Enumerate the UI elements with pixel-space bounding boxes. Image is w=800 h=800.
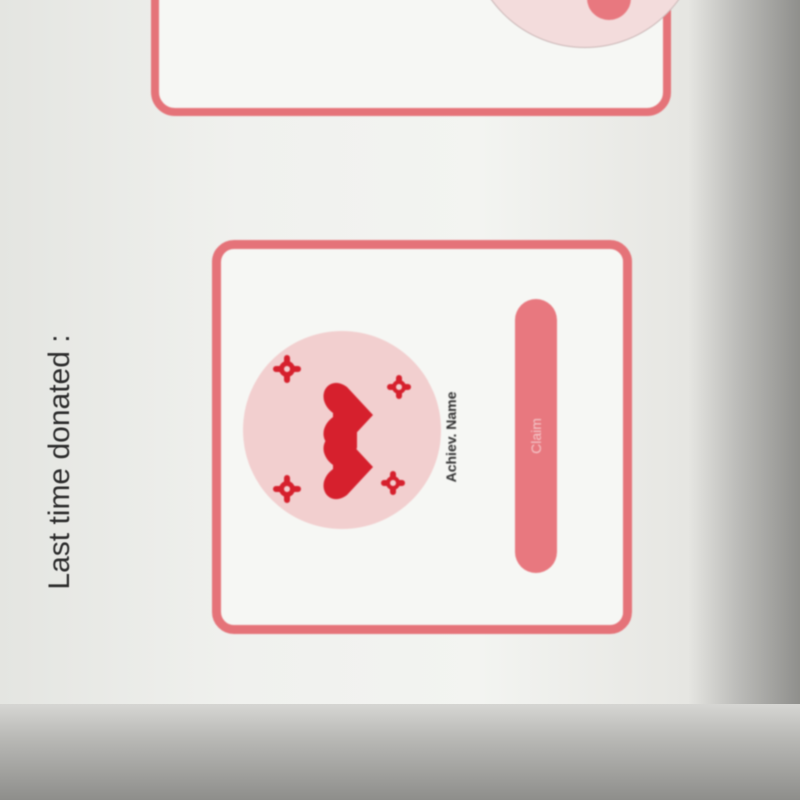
joined-hearts-icon [273, 355, 411, 503]
page-title: Last time donated : [43, 334, 76, 590]
claim-button[interactable]: Claim [515, 299, 557, 573]
donation-illustration-icon [469, 0, 701, 48]
achievement-card-partial[interactable] [151, 0, 701, 116]
monitor-bezel [0, 704, 800, 800]
screen: Last time donated : Achiev. Name Claim [0, 0, 800, 800]
achievement-illustration [243, 331, 441, 529]
achievement-card: Achiev. Name Claim [212, 240, 632, 634]
achievement-title: Achiev. Name [443, 391, 459, 483]
